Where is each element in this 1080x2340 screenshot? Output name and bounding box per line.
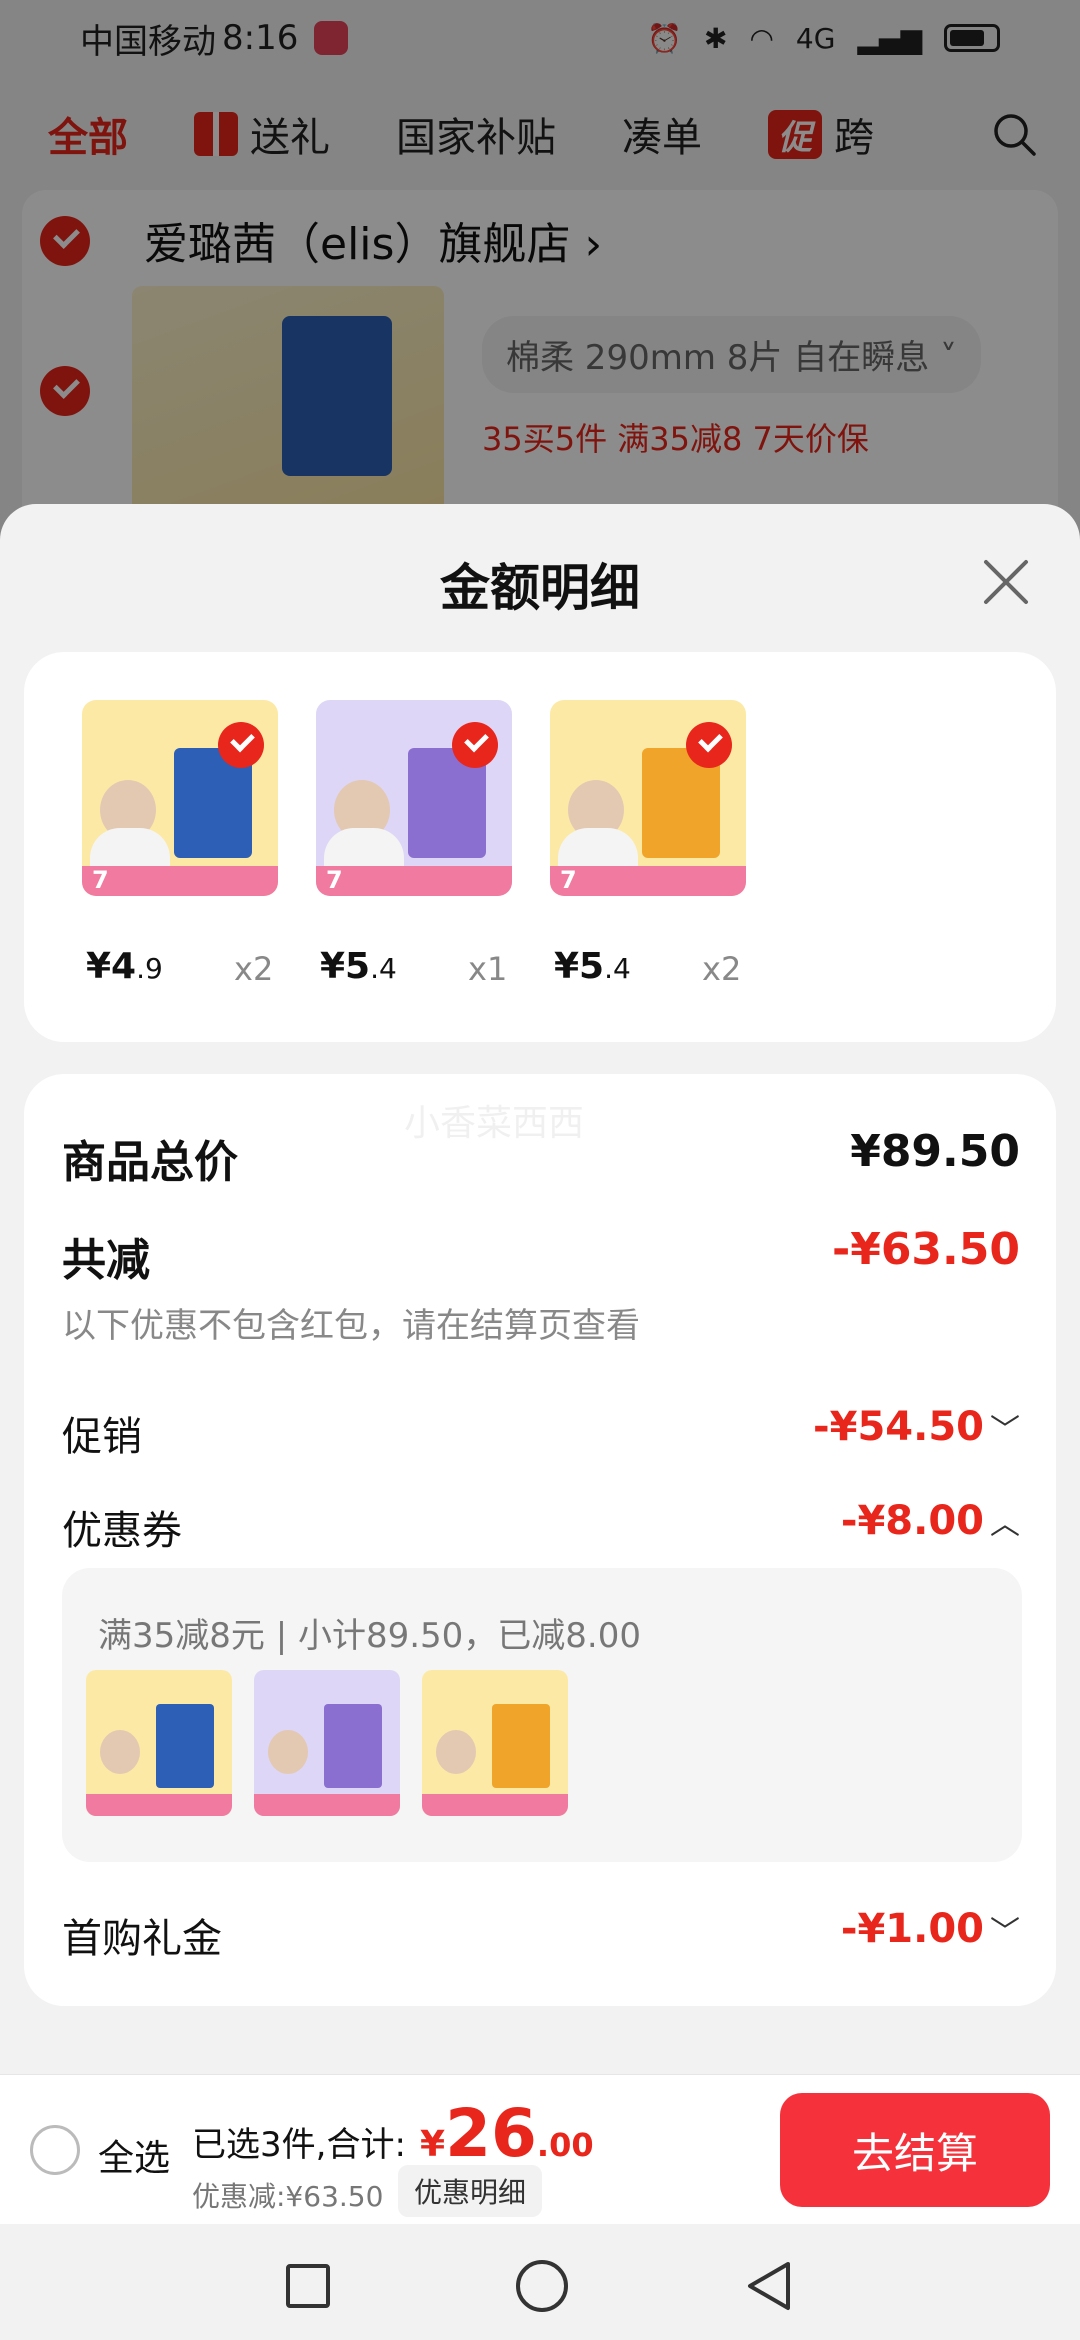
close-icon[interactable] <box>978 554 1034 610</box>
chevron-down-icon: ﹀ <box>990 1413 1020 1448</box>
coupon-product-thumbnail <box>86 1670 232 1816</box>
total-price-label: 商品总价 <box>62 1137 238 1188</box>
home-icon[interactable] <box>516 2260 568 2312</box>
discount-detail-button[interactable]: 优惠明细 <box>398 2165 543 2217</box>
product-quantity: x2 <box>702 950 742 988</box>
discount-text: 优惠减:¥63.50 <box>192 2180 384 2213</box>
product-item[interactable]: 7 ¥5.4 x2 <box>550 700 746 988</box>
selected-count-text: 已选3件,合计: <box>192 2125 406 2165</box>
reduce-value: -¥63.50 <box>831 1224 1020 1275</box>
product-quantity: x1 <box>468 950 508 988</box>
selected-check-icon <box>218 722 264 768</box>
selected-check-icon <box>686 722 732 768</box>
coupon-product-thumbnail <box>422 1670 568 1816</box>
product-price: ¥4.9 <box>86 946 163 987</box>
sheet-title: 金额明细 <box>440 559 640 617</box>
total-amount: ¥26.00 <box>420 2095 594 2172</box>
product-quantity: x2 <box>234 950 274 988</box>
select-all-label[interactable]: 全选 <box>98 2129 170 2181</box>
price-detail-card: 小香菜西西 商品总价 ¥89.50 共减 -¥63.50 以下优惠不包含红包，请… <box>24 1074 1056 2006</box>
selected-products-card: 7 ¥4.9 x2 7 ¥5.4 x1 7 ¥5.4 x2 <box>24 652 1056 1042</box>
checkout-bar: 全选 已选3件,合计: ¥26.00 优惠减:¥63.50 优惠明细 去结算 <box>0 2074 1080 2224</box>
first-purchase-gift-label: 首购礼金 <box>62 1916 222 1962</box>
gift-row-toggle[interactable]: -¥1.00 ﹀ <box>841 1906 1020 1952</box>
promo-row-toggle[interactable]: -¥54.50 ﹀ <box>813 1404 1020 1450</box>
product-item[interactable]: 7 ¥4.9 x2 <box>82 700 278 988</box>
system-nav-bar <box>0 2224 1080 2340</box>
chevron-up-icon: ︿ <box>990 1507 1020 1542</box>
total-price-value: ¥89.50 <box>850 1126 1020 1177</box>
product-price: ¥5.4 <box>320 946 397 987</box>
amount-detail-sheet: 金额明细 7 ¥4.9 x2 7 ¥5.4 x1 7 ¥5.4 x2 小香菜西西… <box>0 504 1080 2064</box>
select-all-radio[interactable] <box>30 2125 80 2175</box>
watermark: 小香菜西西 <box>404 1103 585 1144</box>
checkout-button[interactable]: 去结算 <box>780 2093 1050 2207</box>
coupon-detail-text: 满35减8元 | 小计89.50，已减8.00 <box>98 1616 642 1656</box>
product-price: ¥5.4 <box>554 946 631 987</box>
selected-check-icon <box>452 722 498 768</box>
coupon-detail-box: 满35减8元 | 小计89.50，已减8.00 <box>62 1568 1022 1862</box>
chevron-down-icon: ﹀ <box>990 1915 1020 1950</box>
coupon-row-toggle[interactable]: -¥8.00 ︿ <box>841 1498 1020 1544</box>
product-thumbnail: 7 <box>550 700 746 896</box>
coupon-label: 优惠券 <box>62 1508 182 1554</box>
coupon-product-thumbnail <box>254 1670 400 1816</box>
reduce-label: 共减 <box>62 1235 150 1286</box>
recent-apps-icon[interactable] <box>286 2264 330 2308</box>
product-thumbnail: 7 <box>316 700 512 896</box>
back-icon[interactable] <box>744 2260 794 2312</box>
product-thumbnail: 7 <box>82 700 278 896</box>
product-item[interactable]: 7 ¥5.4 x1 <box>316 700 512 988</box>
reduce-note: 以下优惠不包含红包，请在结算页查看 <box>62 1306 640 1346</box>
promo-label: 促销 <box>62 1414 142 1460</box>
